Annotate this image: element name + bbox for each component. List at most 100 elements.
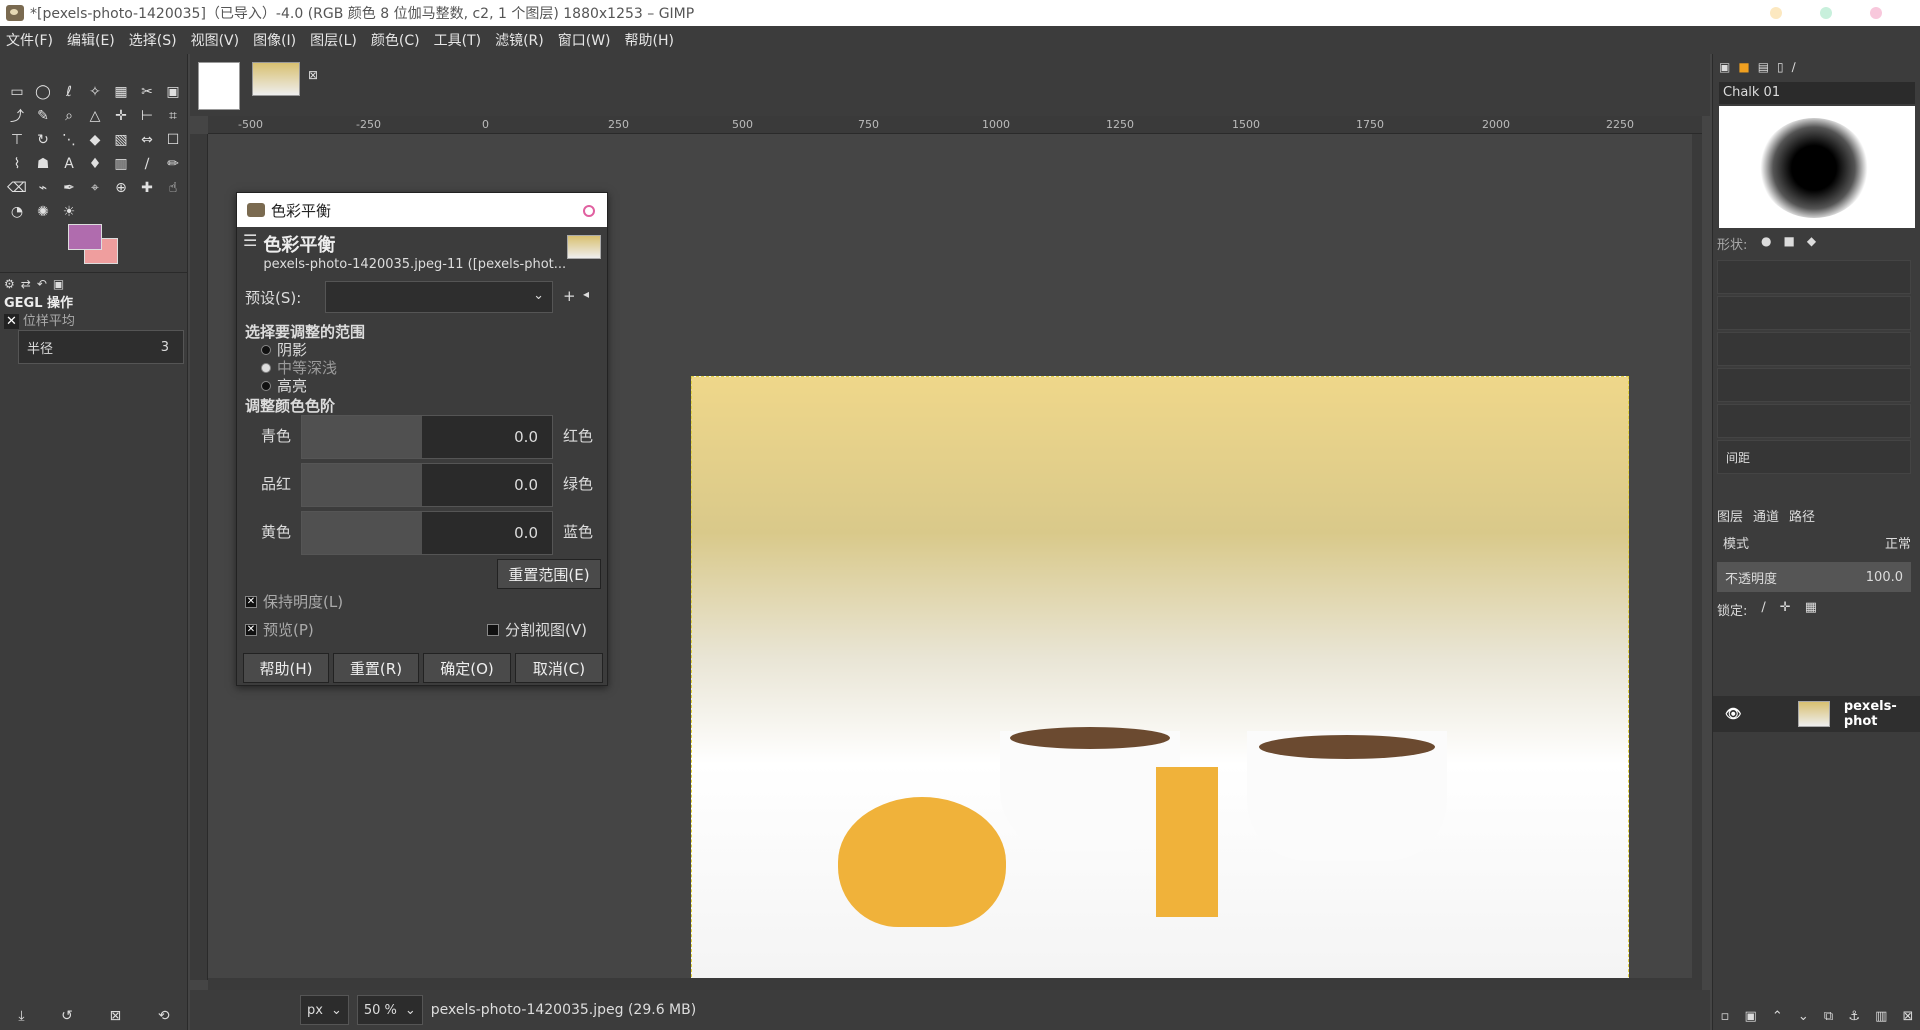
menu-file[interactable]: 文件(F) — [6, 30, 53, 50]
tab-paths[interactable]: 路径 — [1789, 506, 1815, 525]
menu-colors[interactable]: 颜色(C) — [371, 30, 420, 50]
text-icon[interactable]: A — [56, 152, 82, 176]
brush-hardness-field[interactable] — [1717, 332, 1911, 366]
duplicate-layer-icon[interactable]: ⧉ — [1824, 1009, 1833, 1024]
preset-combo[interactable]: ⌄ — [325, 281, 553, 313]
tab-layers[interactable]: 图层 — [1717, 506, 1743, 525]
move-icon[interactable]: ✛ — [108, 104, 134, 128]
image-tab-1[interactable] — [198, 62, 240, 110]
ok-button[interactable]: 确定(O) — [423, 653, 511, 683]
brush-spacing-field[interactable]: 间距 — [1717, 440, 1911, 474]
close-tab-icon[interactable]: ⊠ — [308, 68, 318, 82]
delete-layer-icon[interactable]: ⊠ — [1902, 1009, 1913, 1024]
mypaint-icon[interactable]: ⌖ — [82, 176, 108, 200]
radio-midtones[interactable] — [261, 362, 271, 373]
new-layer-icon[interactable]: ▫ — [1721, 1009, 1730, 1024]
preserve-luminosity-check[interactable]: ✕ 保持明度(L) — [245, 591, 343, 612]
smudge-icon[interactable]: ☝ — [160, 176, 186, 200]
bucket-fill-icon[interactable]: ♦ — [82, 152, 108, 176]
anchor-icon[interactable]: ⚓ — [1848, 1009, 1860, 1024]
brush-radius-field[interactable] — [1717, 260, 1911, 294]
rect-select-icon[interactable]: ▭ — [4, 80, 30, 104]
color-picker-icon[interactable]: ✎ — [30, 104, 56, 128]
lock-pixels-icon[interactable]: ∕ — [1761, 600, 1765, 619]
shear-icon[interactable]: ⋱ — [56, 128, 82, 152]
foreground-select-icon[interactable]: ▣ — [160, 80, 186, 104]
dialog-close-button[interactable] — [583, 205, 595, 217]
radio-highlights[interactable] — [261, 380, 271, 391]
lock-position-icon[interactable]: ✛ — [1780, 600, 1791, 619]
radio-shadows[interactable] — [261, 344, 271, 355]
menu-tools[interactable]: 工具(T) — [434, 30, 481, 50]
foreground-color-swatch[interactable] — [68, 224, 102, 250]
scissors-icon[interactable]: ✂ — [134, 80, 160, 104]
yellow-blue-slider[interactable]: 0.0 — [301, 511, 553, 555]
mask-icon[interactable]: ▥ — [1875, 1009, 1887, 1024]
preview-check[interactable]: ✕ 预览(P) — [245, 619, 314, 640]
unit-select[interactable]: px ⌄ — [300, 995, 349, 1025]
ellipse-select-icon[interactable]: ◯ — [30, 80, 56, 104]
clone-icon[interactable]: ⊕ — [108, 176, 134, 200]
mode-row[interactable]: 模式 正常 — [1717, 528, 1917, 556]
brush-aspect-field[interactable] — [1717, 368, 1911, 402]
menu-edit[interactable]: 编辑(E) — [67, 30, 115, 50]
zoom-icon[interactable]: ⌕ — [56, 104, 82, 128]
undo-history-icon[interactable]: ↶ — [37, 277, 47, 291]
paintbrush-icon[interactable]: ∕ — [134, 152, 160, 176]
maximize-button[interactable] — [1820, 7, 1832, 19]
brush-angle-field[interactable] — [1717, 404, 1911, 438]
save-options-icon[interactable]: ⤓ — [18, 1008, 24, 1024]
range-highlights[interactable]: 高亮 — [261, 375, 307, 396]
ink-icon[interactable]: ✒ — [56, 176, 82, 200]
unified-transform-icon[interactable]: ⊤ — [4, 128, 30, 152]
gradient-icon[interactable]: ▥ — [108, 152, 134, 176]
select-by-color-icon[interactable]: ▦ — [108, 80, 134, 104]
3d-transform-icon[interactable]: ▧ — [108, 128, 134, 152]
opacity-field[interactable]: 不透明度 100.0 — [1717, 562, 1911, 592]
radius-field[interactable]: 半径 3 — [18, 330, 184, 364]
diamond-shape-icon[interactable]: ◆ — [1807, 234, 1816, 248]
paths-icon[interactable]: ⤴ — [4, 104, 30, 128]
new-group-icon[interactable]: ▣ — [1744, 1009, 1756, 1024]
airbrush-icon[interactable]: ⌁ — [30, 176, 56, 200]
pencil-icon[interactable]: ✏ — [160, 152, 186, 176]
brushes-tab-icon[interactable]: ▣ — [1719, 60, 1730, 74]
horizontal-scrollbar[interactable] — [208, 978, 1702, 990]
flip-icon[interactable]: ⇔ — [134, 128, 160, 152]
menu-view[interactable]: 视图(V) — [191, 30, 240, 50]
tool-options-icon[interactable]: ⚙ — [4, 277, 15, 291]
blur-icon[interactable]: ◔ — [4, 200, 30, 224]
fonts-tab-icon[interactable]: ▤ — [1758, 60, 1769, 74]
menu-help[interactable]: 帮助(H) — [625, 30, 674, 50]
brush-tab-icon[interactable]: ∕ — [1792, 60, 1796, 74]
cyan-red-slider[interactable]: 0.0 — [301, 415, 553, 459]
perspective-icon[interactable]: ◆ — [82, 128, 108, 152]
reset-range-button[interactable]: 重置范围(E) — [497, 559, 601, 589]
circle-shape-icon[interactable]: ● — [1761, 234, 1771, 248]
patterns-tab-icon[interactable]: ■ — [1738, 60, 1749, 74]
delete-options-icon[interactable]: ⊠ — [110, 1008, 122, 1024]
restore-options-icon[interactable]: ↺ — [61, 1008, 73, 1024]
rotate-icon[interactable]: ↻ — [30, 128, 56, 152]
menu-layer[interactable]: 图层(L) — [310, 30, 357, 50]
dodge-burn-icon[interactable]: ☀ — [56, 200, 82, 224]
eraser-icon[interactable]: ⌫ — [4, 176, 30, 200]
add-preset-icon[interactable]: + — [563, 287, 576, 305]
lasso-icon[interactable]: ℓ — [56, 80, 82, 104]
square-shape-icon[interactable]: ■ — [1783, 234, 1794, 248]
fuzzy-select-icon[interactable]: ✧ — [82, 80, 108, 104]
tab-channels[interactable]: 通道 — [1753, 506, 1779, 525]
document-tab-icon[interactable]: ▯ — [1777, 60, 1784, 74]
minimize-button[interactable] — [1770, 7, 1782, 19]
menu-image[interactable]: 图像(I) — [253, 30, 296, 50]
remove-icon[interactable]: ✕ — [4, 314, 19, 329]
align-icon[interactable]: ⊢ — [134, 104, 160, 128]
handle-transform-icon[interactable]: ☗ — [30, 152, 56, 176]
images-icon[interactable]: ▣ — [53, 277, 64, 291]
menu-select[interactable]: 选择(S) — [129, 30, 177, 50]
heal-icon[interactable]: ✚ — [134, 176, 160, 200]
preset-menu-icon[interactable]: ◂ — [583, 287, 589, 301]
reset-options-icon[interactable]: ⟲ — [158, 1008, 170, 1024]
eye-icon[interactable]: 👁 — [1725, 707, 1742, 722]
help-button[interactable]: 帮助(H) — [243, 653, 329, 683]
